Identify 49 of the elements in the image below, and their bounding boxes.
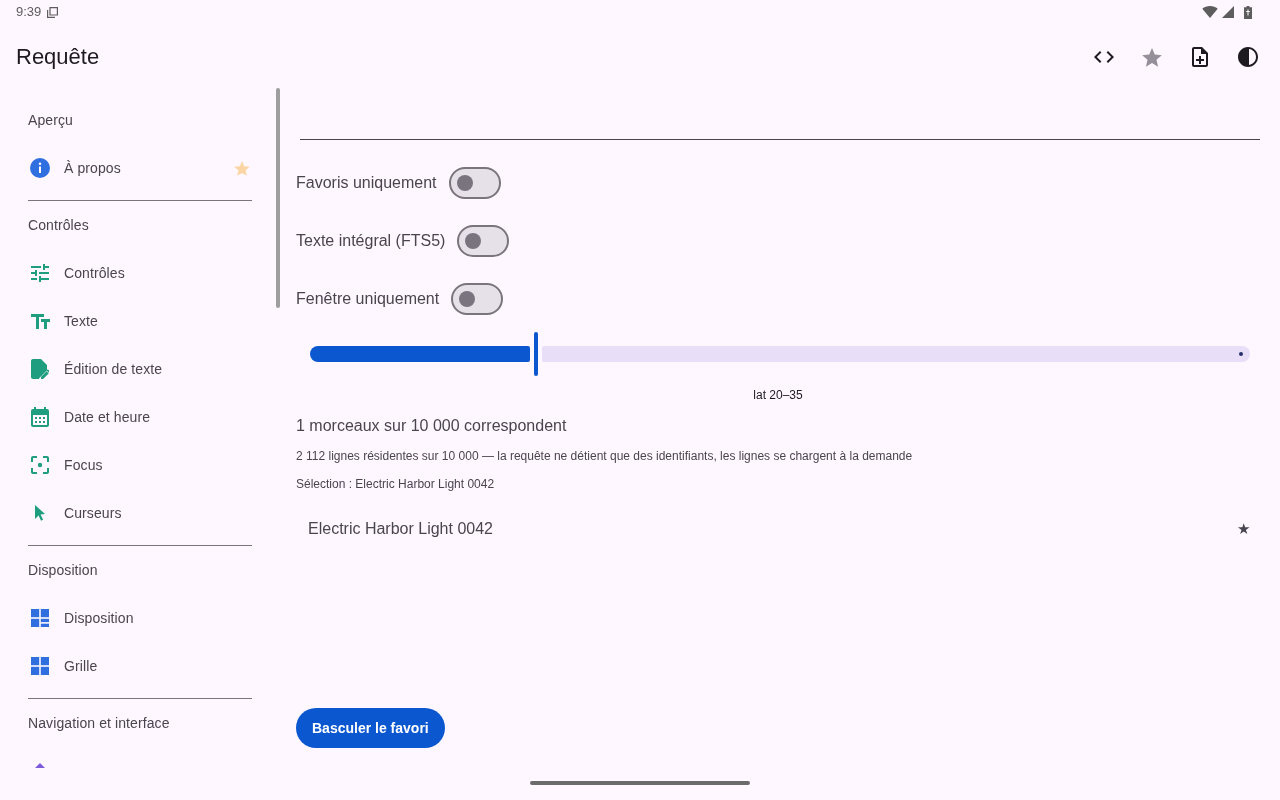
nav-item[interactable]: Disposition [28,594,252,642]
nav-item[interactable]: Date et heure [28,393,252,441]
filter-label: Texte intégral (FTS5) [296,231,446,251]
signal-icon [1222,6,1234,18]
slider-track[interactable] [310,332,1250,376]
status-time: 9:39 [16,4,42,20]
focus-frame-icon [31,456,49,474]
section-header: Navigation et interface [28,714,170,733]
toggle-favorite-button[interactable]: Basculer le favori [296,708,445,748]
info-icon [30,158,50,178]
nav-item[interactable]: Grille [28,642,252,690]
nav-item[interactable]: Curseurs [28,489,252,537]
filter-label: Fenêtre uniquement [296,289,440,309]
wifi-icon [1202,6,1218,18]
section-header: Contrôles [28,216,89,235]
battery-icon [1244,5,1252,19]
stacked-squares-icon [47,6,59,18]
section-header: Disposition [28,561,98,580]
star-icon [1142,47,1162,67]
selection-text: Sélection : Electric Harbor Light 0042 [296,476,495,492]
slider-value-label: lat 20–35 [753,387,803,403]
slider-handle[interactable] [533,332,538,376]
document-pencil-icon [31,359,49,379]
toggle-switch[interactable] [457,225,510,257]
text-size-icon [30,313,50,329]
nav-item[interactable]: Contrôles [28,249,252,297]
stop-dot-icon [1239,352,1243,356]
contrast-icon [1238,47,1258,67]
cursor-arrow-icon [35,505,45,521]
filter-label: Favoris uniquement [296,173,437,193]
nav-item[interactable]: Édition de texte [28,345,252,393]
document-plus-icon [1192,47,1208,67]
toggle-switch[interactable] [451,283,504,315]
grid-icon [31,657,49,675]
match-count: 1 morceaux sur 10 000 correspondent [296,416,567,436]
sliders-icon [31,264,49,282]
nav-item[interactable]: Texte [28,297,252,345]
nav-item[interactable]: Focus [28,441,252,489]
result-title[interactable]: Electric Harbor Light 0042 [308,517,493,541]
calendar-icon [31,407,49,427]
layout-tiles-icon [31,609,49,627]
code-icon [1094,51,1114,63]
section-header: Aperçu [28,111,73,130]
screen-title: Requête [16,43,100,71]
toggle-switch[interactable] [448,167,501,199]
scrollbar-thumb[interactable] [276,88,280,308]
favorite-star[interactable]: ★ [1237,520,1250,538]
nav-item[interactable]: À propos [28,144,252,192]
residency-note: 2 112 lignes résidentes sur 10 000 — la requête ne détient que des identifiants, les lignes se chargent à la demande [296,448,913,464]
